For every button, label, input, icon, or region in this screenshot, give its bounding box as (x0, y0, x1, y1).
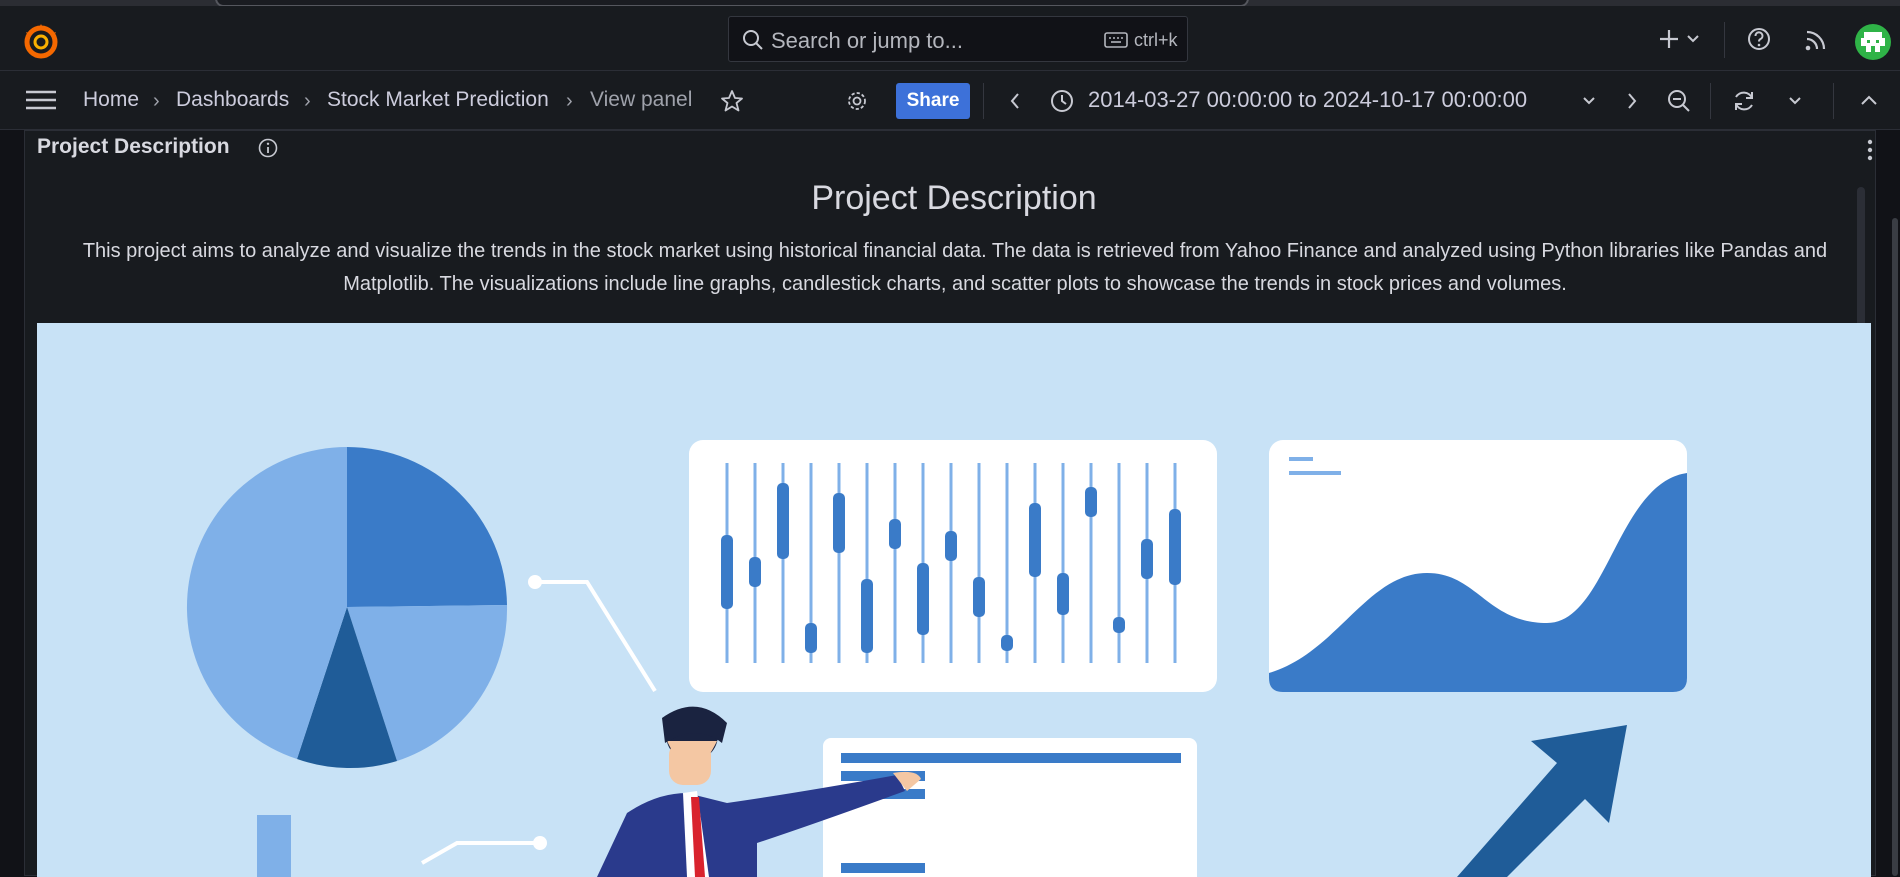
star-icon[interactable] (720, 89, 744, 113)
chevron-down-icon[interactable] (1788, 96, 1802, 106)
chevron-up-icon[interactable] (1860, 94, 1878, 106)
chevron-down-icon[interactable] (1582, 96, 1596, 106)
search-icon (743, 30, 763, 50)
page-scrollbar[interactable] (1892, 218, 1898, 876)
stock-market-illustration (37, 323, 1871, 877)
help-icon[interactable] (1746, 26, 1772, 52)
search-placeholder: Search or jump to... (771, 28, 963, 53)
rss-icon[interactable] (1804, 28, 1828, 52)
chevron-left-icon[interactable] (1008, 91, 1022, 111)
plus-icon[interactable] (1658, 28, 1680, 50)
share-button[interactable]: Share (896, 83, 970, 119)
avatar[interactable] (1855, 24, 1891, 60)
project-description-text: This project aims to analyze and visuali… (82, 240, 1828, 295)
chevron-down-icon[interactable] (1686, 34, 1700, 44)
breadcrumb-home[interactable]: Home (83, 88, 139, 112)
toolbar-divider (1710, 83, 1711, 119)
panel-title: Project Description (37, 135, 230, 158)
refresh-icon[interactable] (1731, 88, 1757, 114)
grafana-logo-icon[interactable] (22, 22, 60, 60)
toolbar-divider (983, 83, 984, 119)
top-bar: Search or jump to... ctrl+k (0, 6, 1900, 71)
breadcrumb-separator: › (304, 90, 311, 112)
breadcrumb-separator: › (153, 90, 160, 112)
hamburger-menu-icon[interactable] (26, 89, 56, 111)
pie-chart-graphic (186, 447, 508, 769)
zoom-out-icon[interactable] (1666, 88, 1692, 114)
keyboard-icon (1104, 32, 1128, 48)
toolbar-divider (1724, 22, 1725, 58)
clock-icon (1051, 90, 1073, 112)
nav-bar: Home › Dashboards › Stock Market Predict… (0, 71, 1900, 130)
page-scrollbar-track (1876, 130, 1900, 876)
search-input[interactable]: Search or jump to... ctrl+k (728, 16, 1188, 62)
illustration-graphic (186, 440, 1687, 877)
search-shortcut: ctrl+k (1134, 30, 1178, 50)
gear-icon[interactable] (845, 89, 869, 113)
content-heading: Project Description (811, 179, 1097, 217)
breadcrumb-dashboard[interactable]: Stock Market Prediction (327, 88, 549, 112)
panel-menu-icon[interactable] (1863, 137, 1877, 163)
info-icon[interactable] (257, 137, 279, 159)
panel: Project Description Project Description … (24, 130, 1877, 877)
user-avatar-icon (1861, 32, 1885, 52)
breadcrumb-dashboards[interactable]: Dashboards (176, 88, 289, 112)
time-range-picker[interactable]: 2014-03-27 00:00:00 to 2024-10-17 00:00:… (1088, 87, 1527, 113)
toolbar-divider (1833, 83, 1834, 119)
breadcrumb-separator: › (566, 90, 573, 112)
chevron-right-icon[interactable] (1625, 91, 1639, 111)
breadcrumb-current: View panel (590, 88, 693, 111)
